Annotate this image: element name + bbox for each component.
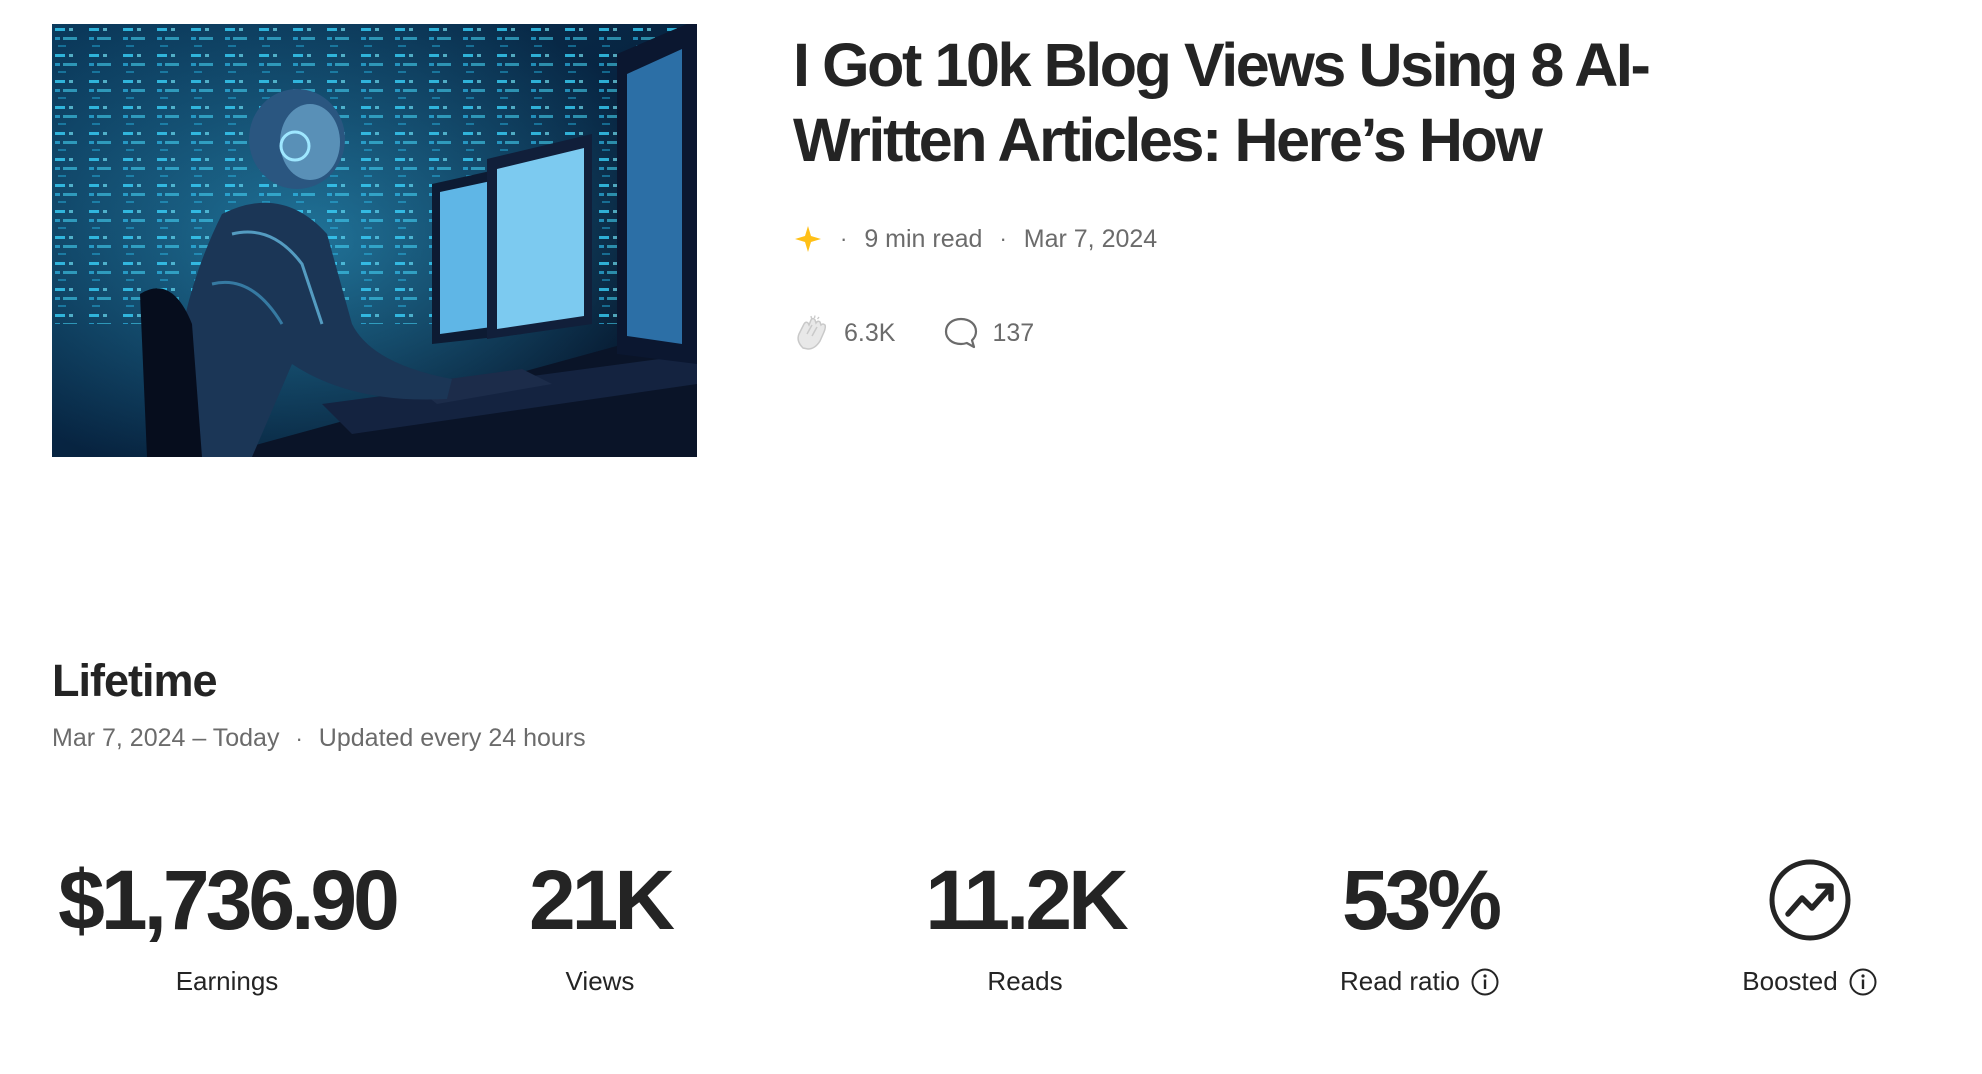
boosted-metric: Boosted xyxy=(1700,852,1920,997)
earnings-label: Earnings xyxy=(175,966,279,996)
earnings-value: $1,736.90 xyxy=(58,853,400,947)
member-star-icon xyxy=(795,226,821,252)
read-time: 9 min read xyxy=(864,224,983,253)
meta-separator: · xyxy=(999,226,1007,251)
meta-separator: · xyxy=(295,725,303,751)
claps-stat[interactable]: 6.3K xyxy=(793,314,895,352)
article-title[interactable]: I Got 10k Blog Views Using 8 AI-Written … xyxy=(793,28,1813,178)
response-bubble-icon xyxy=(945,317,978,349)
lifetime-heading: Lifetime xyxy=(52,655,218,706)
responses-count: 137 xyxy=(992,318,1035,347)
engagement-stats: 6.3K 137 xyxy=(793,314,1034,352)
views-value: 21K xyxy=(528,853,675,947)
clap-icon xyxy=(797,315,827,350)
read-ratio-value: 53% xyxy=(1341,853,1502,947)
earnings-metric: $1,736.90 Earnings xyxy=(52,852,402,997)
read-ratio-metric: 53% Read ratio xyxy=(1300,852,1540,997)
read-ratio-label: Read ratio xyxy=(1340,966,1460,996)
meta-separator: · xyxy=(840,226,848,251)
article-thumbnail[interactable] xyxy=(52,24,697,457)
views-label: Views xyxy=(565,966,635,996)
lifetime-subtitle: Mar 7, 2024 – Today · Updated every 24 h… xyxy=(52,724,586,753)
article-meta: · 9 min read · Mar 7, 2024 xyxy=(793,222,1157,256)
claps-count: 6.3K xyxy=(844,318,896,347)
update-frequency: Updated every 24 hours xyxy=(318,724,586,752)
reads-label: Reads xyxy=(987,966,1063,996)
date-range: Mar 7, 2024 – Today xyxy=(52,724,280,752)
reads-value: 11.2K xyxy=(925,853,1129,947)
robot-at-computer-image xyxy=(52,24,697,457)
responses-stat[interactable]: 137 xyxy=(943,315,1034,351)
boosted-label: Boosted xyxy=(1742,966,1838,996)
publish-date: Mar 7, 2024 xyxy=(1023,224,1158,253)
views-metric: 21K Views xyxy=(500,852,700,997)
trending-up-icon xyxy=(1769,859,1851,941)
info-icon[interactable] xyxy=(1848,967,1878,997)
info-icon[interactable] xyxy=(1470,967,1500,997)
reads-metric: 11.2K Reads xyxy=(905,852,1145,997)
